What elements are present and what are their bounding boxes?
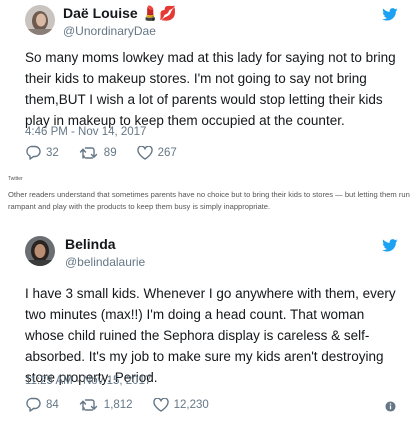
retweet-icon: [79, 146, 97, 159]
reply-button[interactable]: 84: [25, 397, 59, 412]
retweet-icon: [79, 398, 97, 411]
twitter-bird-icon[interactable]: [382, 8, 398, 26]
reply-count: 84: [46, 398, 59, 411]
tweet-timestamp[interactable]: 11:25 AM - Nov 15, 2017: [25, 375, 151, 387]
source-label: Twitter: [8, 176, 23, 182]
like-button[interactable]: 12,230: [152, 397, 209, 412]
retweet-count: 89: [103, 146, 117, 159]
avatar[interactable]: [25, 236, 55, 266]
like-button[interactable]: 267: [136, 145, 177, 160]
heart-icon: [152, 397, 169, 412]
tweet-text: I have 3 small kids. Whenever I go anywh…: [25, 286, 396, 385]
reply-button[interactable]: 32: [25, 145, 59, 160]
tweet-actions: 84 1,812 12,230: [25, 397, 229, 412]
article-caption: Other readers understand that sometimes …: [8, 190, 410, 211]
tweet-text: So many moms lowkey mad at this lady for…: [25, 50, 396, 128]
twitter-bird-icon[interactable]: [382, 239, 398, 257]
like-count: 12,230: [173, 398, 209, 411]
tweet-timestamp[interactable]: 4:46 PM - Nov 14, 2017: [25, 126, 146, 138]
info-icon[interactable]: [385, 399, 396, 417]
display-name[interactable]: Belinda: [65, 236, 116, 252]
user-handle[interactable]: @belindalaurie: [65, 255, 145, 269]
reply-icon: [26, 145, 41, 160]
tweet-card: Daë Louise 💄💋 @UnordinaryDae So many mom…: [0, 0, 419, 170]
tweet-actions: 32 89 267: [25, 145, 197, 160]
retweet-button[interactable]: 1,812: [79, 398, 133, 412]
user-handle[interactable]: @UnordinaryDae: [63, 24, 156, 38]
reply-count: 32: [46, 146, 59, 159]
tweet-card: Belinda @belindalaurie I have 3 small ki…: [0, 222, 419, 424]
retweet-button[interactable]: 89: [79, 146, 117, 160]
reply-icon: [26, 397, 41, 412]
heart-icon: [136, 145, 153, 160]
retweet-count: 1,812: [103, 398, 133, 411]
avatar[interactable]: [25, 5, 55, 35]
like-count: 267: [157, 146, 177, 159]
display-name[interactable]: Daë Louise 💄💋: [63, 5, 176, 22]
